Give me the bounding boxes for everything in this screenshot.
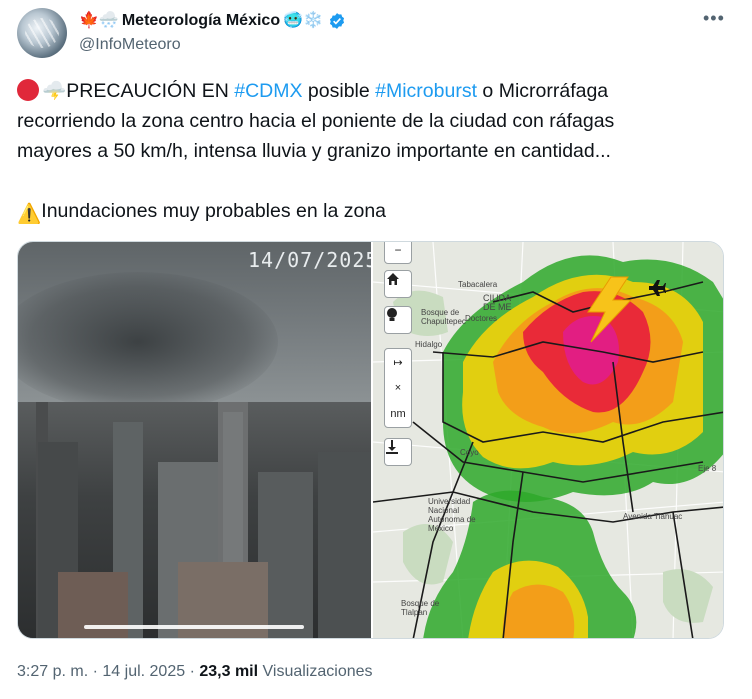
tweet-card: 🍁🌨️ Meteorología México 🥶❄️ @InfoMeteoro…	[0, 0, 752, 699]
map-label-chapultepec: Bosque de Chapultepec	[421, 308, 466, 326]
map-measure-button[interactable]: ↦	[385, 349, 411, 375]
more-options-icon[interactable]: •••	[703, 8, 725, 29]
name-emoji-after: 🥶❄️	[283, 12, 323, 29]
tweet-date-link[interactable]: 14 jul. 2025	[102, 663, 185, 680]
tweet-text-segment: Inundaciones muy probables en la zona	[41, 200, 387, 222]
map-download-button[interactable]	[384, 438, 412, 466]
name-emoji-before: 🍁🌨️	[79, 12, 119, 29]
lightbulb-icon	[387, 308, 397, 321]
map-label-unam: Universidad Nacional Autónoma de México	[428, 497, 476, 533]
radar-map-image[interactable]: − ↦ × nm Tabacalera CIUDA DE ME Bosque d…	[373, 242, 723, 638]
tweet-line-5: ⚠️Inundaciones muy probables en la zona	[17, 196, 737, 229]
author-avatar[interactable]	[17, 8, 67, 58]
map-label-eje-8: Eje 8	[698, 464, 717, 473]
map-home-button[interactable]	[384, 270, 412, 298]
city-skyline-image	[18, 402, 371, 638]
tweet-line-3: mayores a 50 km/h, intensa lluvia y gran…	[17, 140, 611, 162]
views-count: 23,3 mil	[199, 663, 259, 680]
warning-icon: ⚠️	[17, 203, 42, 225]
map-zoom-out-button[interactable]: −	[384, 242, 412, 264]
map-label-avenida-tlahuac: Avenida Tláhuac	[623, 512, 683, 521]
author-handle[interactable]: @InfoMeteoro	[79, 36, 181, 54]
tweet-text: 🌩️PRECAUCIÓN EN #CDMX posible #Microburs…	[17, 76, 737, 229]
map-label-tlalpan: Bosque de Tlalpan	[401, 599, 440, 617]
tweet-text-segment: PRECAUCIÓN EN	[66, 80, 235, 102]
map-label-tabacalera: Tabacalera	[458, 280, 498, 289]
tweet-metadata: 3:27 p. m. · 14 jul. 2025 · 23,3 mil Vis…	[17, 663, 373, 681]
radar-map-svg	[373, 242, 723, 638]
camera-timestamp: 14/07/2025	[248, 248, 371, 272]
author-display-name[interactable]: Meteorología México	[122, 12, 280, 30]
media-grid: 14/07/2025 − ↦ × nm Tabacalera CIUDA DE …	[17, 241, 724, 639]
author-name-row[interactable]: 🍁🌨️ Meteorología México 🥶❄️	[79, 10, 346, 32]
meta-separator: ·	[92, 663, 98, 680]
storm-emoji: 🌩️	[42, 80, 67, 102]
map-label-hidalgo: Hidalgo	[415, 340, 443, 349]
tweet-text-segment: posible	[302, 80, 376, 102]
tweet-text-segment: o Microrráfaga	[477, 80, 609, 102]
map-tool-group: ↦ × nm	[384, 348, 412, 428]
map-layers-button[interactable]	[384, 306, 412, 334]
map-label-doctores: Doctores	[465, 314, 498, 323]
red-circle-icon	[17, 79, 39, 101]
map-units-button[interactable]: nm	[385, 401, 411, 427]
home-icon	[387, 273, 399, 285]
map-label-coyoacan: Coyo	[460, 448, 479, 457]
verified-badge-icon	[329, 13, 344, 29]
storm-camera-video[interactable]: 14/07/2025	[18, 242, 371, 638]
download-icon	[386, 440, 398, 454]
video-progress-bar[interactable]	[84, 625, 304, 629]
tweet-time-link[interactable]: 3:27 p. m.	[17, 663, 88, 680]
meta-separator: ·	[189, 663, 195, 680]
hashtag-cdmx-link[interactable]: #CDMX	[234, 80, 302, 102]
map-label-ciudad: CIUDA DE ME	[483, 293, 512, 312]
map-clear-button[interactable]: ×	[385, 375, 411, 401]
tweet-line-1: 🌩️PRECAUCIÓN EN #CDMX posible #Microburs…	[17, 76, 737, 106]
views-label: Visualizaciones	[262, 663, 373, 680]
hashtag-microburst-link[interactable]: #Microburst	[375, 80, 477, 102]
storm-cloud-image	[18, 272, 278, 412]
tweet-line-2: recorriendo la zona centro hacia el poni…	[17, 110, 615, 132]
